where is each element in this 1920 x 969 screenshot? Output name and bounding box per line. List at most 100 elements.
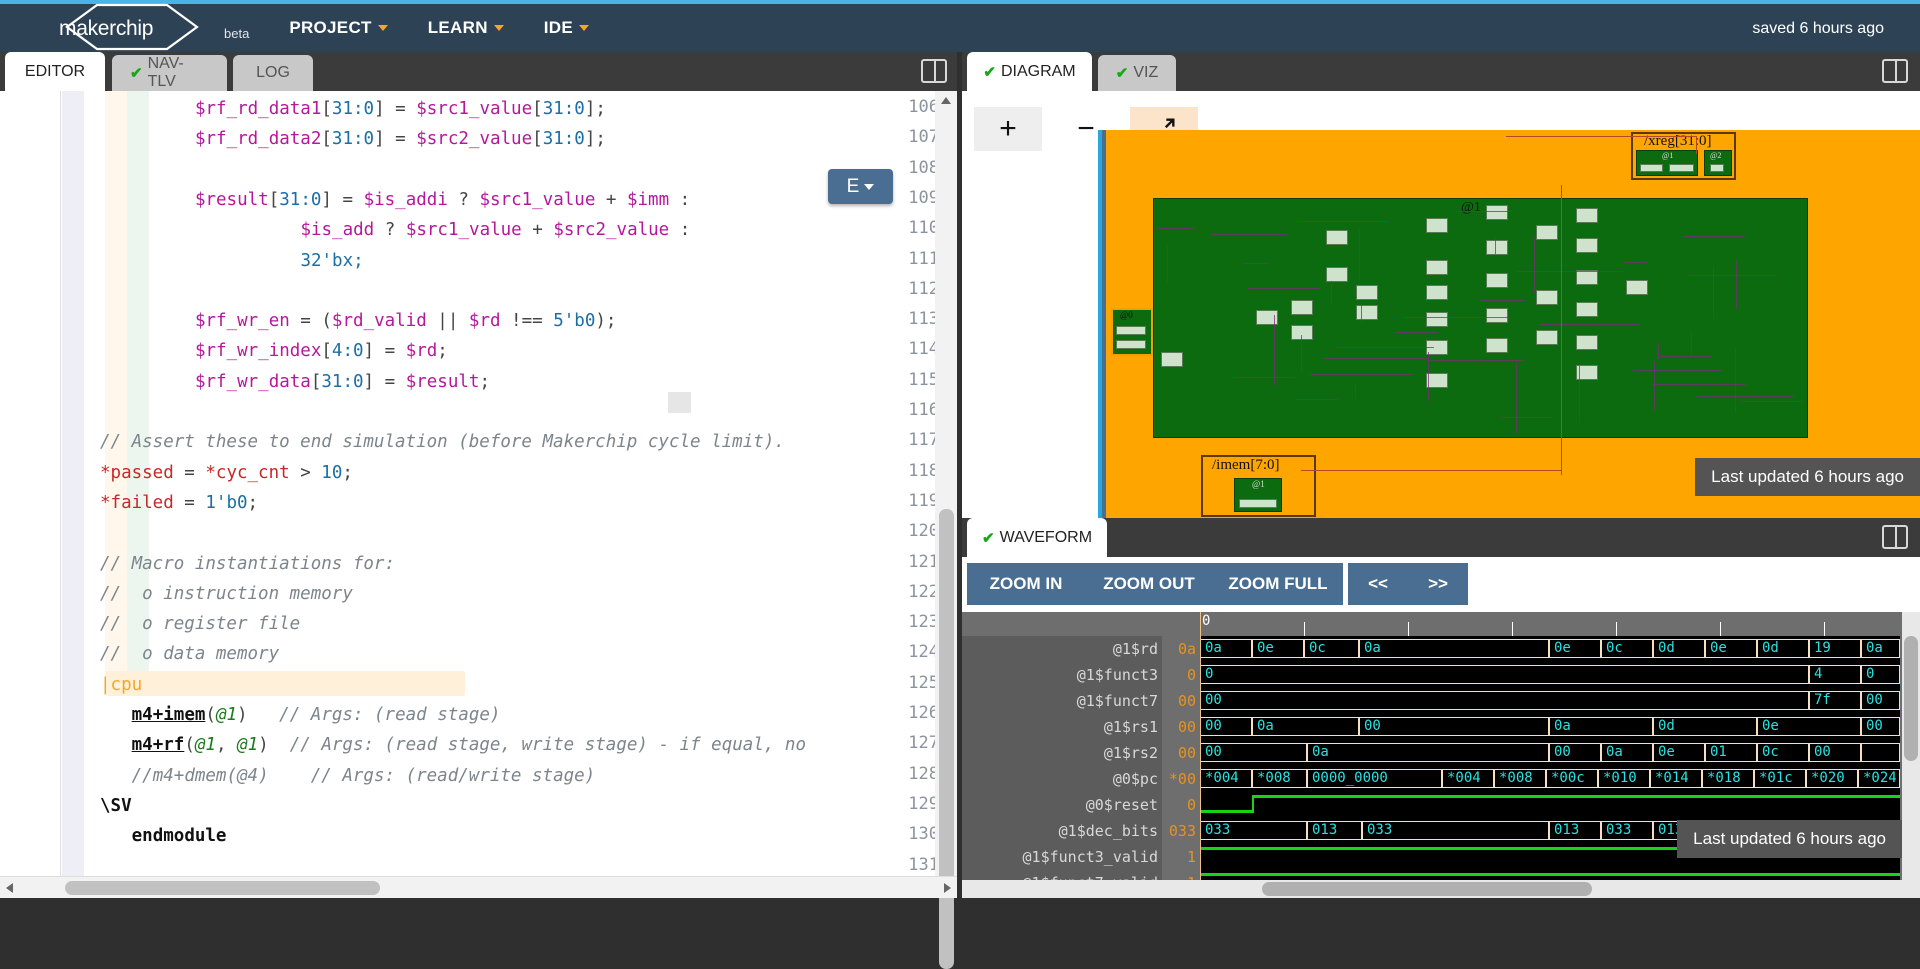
code-line[interactable]: 32'bx; [300,249,363,274]
waveform-bus-segment[interactable]: 033 [1362,821,1549,840]
step-back-button[interactable]: << [1348,563,1408,605]
waveform-bus-segment[interactable]: 033 [1601,821,1653,840]
waveform-bus-segment[interactable]: 4 [1809,665,1861,684]
editor-horizontal-scrollbar[interactable] [0,876,957,898]
waveform-bus-segment[interactable] [1861,743,1900,762]
waveform-bus-segment[interactable]: 00 [1359,717,1549,736]
code-line[interactable]: // Assert these to end simulation (befor… [100,430,785,455]
waveform-horizontal-scrollbar[interactable] [962,880,1920,898]
code-line[interactable]: // o instruction memory [100,582,353,607]
scroll-up-arrow-icon[interactable] [941,97,951,104]
zoom-in-button[interactable]: + [974,107,1042,151]
waveform-bus-segment[interactable]: 00 [1809,743,1861,762]
waveform-bus-segment[interactable]: 0e [1705,639,1757,658]
signal-name[interactable]: @1$funct3_valid [1023,848,1158,866]
waveform-bus-segment[interactable]: 00 [1200,691,1809,710]
waveform-bus-segment[interactable]: *018 [1702,769,1754,788]
waveform-vscroll-thumb[interactable] [1904,636,1918,761]
waveform-bus-segment[interactable]: *014 [1650,769,1702,788]
code-line[interactable]: $rf_rd_data1[31:0] = $src1_value[31:0]; [195,97,606,122]
waveform-bus-segment[interactable]: 0 [1861,665,1900,684]
waveform-bus-segment[interactable]: 0c [1304,639,1359,658]
tab-viz[interactable]: ✔ VIZ [1098,55,1176,91]
waveform-bus-segment[interactable]: *004 [1442,769,1494,788]
code-editor[interactable]: $rf_rd_data1[31:0] = $src1_value[31:0]; $… [0,91,957,898]
editor-vertical-scrollbar[interactable] [935,91,957,898]
waveform-bus-segment[interactable]: 013 [1307,821,1362,840]
waveform-bus-segment[interactable]: 0000_0000 [1307,769,1442,788]
waveform-bus-segment[interactable]: 0d [1653,639,1705,658]
waveform-bus-segment[interactable]: 0e [1653,743,1705,762]
signal-name[interactable]: @1$funct3 [1077,666,1158,684]
waveform-bus-segment[interactable]: 00 [1200,743,1307,762]
tab-log[interactable]: LOG [233,55,313,91]
editor-vscroll-thumb[interactable] [939,509,954,969]
signal-name[interactable]: @1$rd [1113,640,1158,658]
waveform-bus-segment[interactable]: *008 [1494,769,1546,788]
code-line[interactable]: // o register file [100,612,300,637]
waveform-bus-segment[interactable]: 033 [1200,821,1307,840]
diagram-panel[interactable]: + − @1 @0 /xreg[31:0] @1 @2 /imem[7:0] @… [962,91,1920,518]
scroll-left-arrow-icon[interactable] [6,883,13,893]
code-line[interactable]: $rf_wr_data[31:0] = $result; [195,370,490,395]
waveform-cursor[interactable] [1200,612,1201,898]
waveform-bus-segment[interactable]: 0d [1757,639,1809,658]
tab-diagram[interactable]: ✔ DIAGRAM [967,52,1092,91]
nav-project[interactable]: PROJECT [289,18,387,38]
waveform-bus-segment[interactable]: 0e [1757,717,1861,736]
waveform-bus-segment[interactable]: 013 [1549,821,1601,840]
code-line[interactable]: $result[31:0] = $is_addi ? $src1_value +… [195,188,690,213]
code-line[interactable]: |cpu [100,673,142,698]
signal-name[interactable]: @1$dec_bits [1059,822,1158,840]
nav-learn[interactable]: LEARN [428,18,504,38]
waveform-bus-segment[interactable]: *004 [1200,769,1252,788]
editor-hscroll-thumb[interactable] [65,881,380,895]
zoom-full-button[interactable]: ZOOM FULL [1213,563,1343,605]
waveform-bus-segment[interactable]: 19 [1809,639,1861,658]
split-pane-icon[interactable] [921,59,947,83]
scroll-right-arrow-icon[interactable] [944,883,951,893]
waveform-bus-segment[interactable]: 00 [1549,743,1601,762]
code-line[interactable]: *failed = 1'b0; [100,491,258,516]
split-pane-icon[interactable] [1882,525,1908,549]
waveform-bus-segment[interactable]: 0a [1307,743,1549,762]
signal-name[interactable]: @1$funct7 [1077,692,1158,710]
signal-name[interactable]: @1$rs1 [1104,718,1158,736]
split-pane-icon[interactable] [1882,59,1908,83]
tab-waveform[interactable]: ✔ WAVEFORM [967,518,1107,557]
brand-logo[interactable]: makerchip beta [45,3,249,53]
waveform-bus-segment[interactable]: *020 [1806,769,1858,788]
code-line[interactable]: // o data memory [100,642,279,667]
tab-editor[interactable]: EDITOR [5,52,105,91]
waveform-vertical-scrollbar[interactable] [1902,612,1920,898]
waveform-bus-segment[interactable]: *01c [1754,769,1806,788]
waveform-bus-segment[interactable]: 0e [1252,639,1304,658]
waveform-bus-segment[interactable]: 0 [1200,665,1809,684]
code-line[interactable]: $rf_wr_index[4:0] = $rd; [195,339,448,364]
waveform-bus-segment[interactable]: 0e [1549,639,1601,658]
waveform-bus-segment[interactable]: 0a [1549,717,1653,736]
waveform-bus-segment[interactable]: 0a [1252,717,1359,736]
code-line[interactable]: m4+rf(@1, @1) // Args: (read stage, writ… [132,733,817,758]
waveform-bus-segment[interactable]: 0d [1653,717,1757,736]
code-line[interactable]: // Macro instantiations for: [100,552,395,577]
zoom-in-button[interactable]: ZOOM IN [967,563,1085,605]
code-line[interactable]: //m4+dmem(@4) // Args: (read/write stage… [132,764,596,789]
waveform-bus-segment[interactable]: 0c [1601,639,1653,658]
code-line[interactable]: $rf_rd_data2[31:0] = $src2_value[31:0]; [195,127,606,152]
code-line[interactable]: $is_add ? $src1_value + $src2_value : [300,218,690,243]
waveform-bus-segment[interactable]: 0a [1861,639,1900,658]
code-line[interactable]: m4+imem(@1) // Args: (read stage) [132,703,501,728]
signal-name[interactable]: @1$rs2 [1104,744,1158,762]
zoom-out-button[interactable]: ZOOM OUT [1085,563,1213,605]
code-line[interactable]: endmodule [132,824,227,849]
waveform-bus-segment[interactable]: 00 [1200,717,1252,736]
waveform-bus-segment[interactable]: 0c [1757,743,1809,762]
waveform-bus-segment[interactable]: 00 [1861,691,1900,710]
waveform-bus-segment[interactable]: 0a [1601,743,1653,762]
signal-name[interactable]: @0$pc [1113,770,1158,788]
nav-ide[interactable]: IDE [544,18,589,38]
waveform-bus-segment[interactable]: 00 [1861,717,1900,736]
waveform-bus-segment[interactable]: 0a [1359,639,1549,658]
waveform-bus-segment[interactable]: *024 [1858,769,1900,788]
